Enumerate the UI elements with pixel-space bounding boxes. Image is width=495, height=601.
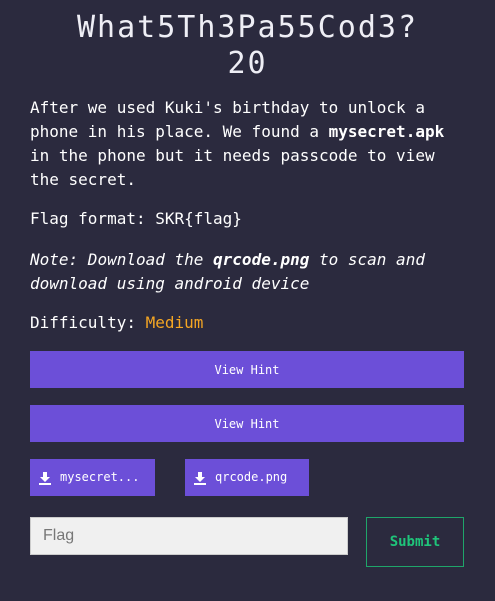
challenge-points: 20: [227, 46, 268, 81]
flag-format: Flag format: SKR{flag}: [30, 209, 242, 228]
note-prefix: Note:: [30, 250, 79, 269]
difficulty: Difficulty: Medium: [30, 312, 203, 334]
flag-input[interactable]: [30, 517, 348, 555]
download-file-button-mysecret[interactable]: mysecret...: [30, 459, 155, 496]
view-hint-button-2[interactable]: View Hint: [30, 405, 464, 442]
apk-filename: mysecret.apk: [328, 122, 445, 141]
file-label: qrcode.png: [215, 470, 288, 484]
description-text-2: in the phone but it needs passcode to vi…: [30, 146, 435, 189]
download-icon: [194, 471, 206, 485]
difficulty-label: Difficulty:: [30, 313, 136, 332]
submit-button[interactable]: Submit: [366, 517, 464, 567]
download-file-button-qrcode[interactable]: qrcode.png: [185, 459, 309, 496]
download-icon: [39, 471, 51, 485]
difficulty-value: Medium: [145, 313, 204, 332]
note-text-1: Download the: [78, 250, 214, 269]
view-hint-button-1[interactable]: View Hint: [30, 351, 464, 388]
note-filename: qrcode.png: [213, 250, 310, 269]
file-label: mysecret...: [60, 470, 140, 484]
challenge-name: What5Th3Pa55Cod3?: [76, 10, 419, 45]
challenge-title: What5Th3Pa55Cod3? 20: [0, 10, 495, 82]
challenge-description: After we used Kuki's birthday to unlock …: [30, 96, 470, 192]
challenge-note: Note: Download the qrcode.png to scan an…: [30, 248, 470, 296]
